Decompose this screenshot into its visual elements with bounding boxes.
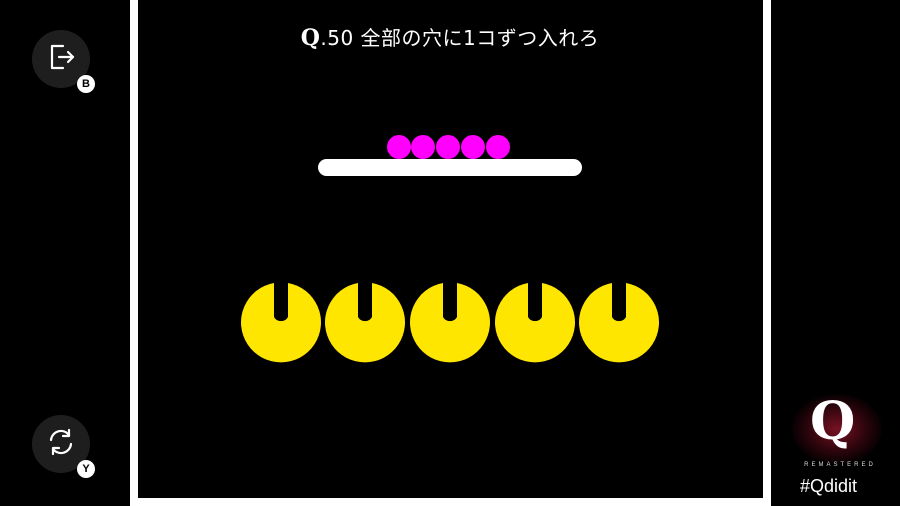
ball[interactable] <box>387 135 411 159</box>
y-button-badge: Y <box>77 460 95 478</box>
hole-cup <box>241 283 321 363</box>
platform <box>318 159 582 176</box>
retry-icon <box>44 425 78 463</box>
question-q-logo: Q <box>300 25 321 51</box>
brand-subtitle: REMASTERED <box>804 462 876 468</box>
question-title: Q.50 全部の穴に1コずつ入れろ <box>0 22 900 51</box>
hole-cup <box>579 283 659 363</box>
b-button-badge: B <box>77 75 95 93</box>
question-text: .50 全部の穴に1コずつ入れろ <box>320 26 600 50</box>
ball[interactable] <box>411 135 435 159</box>
brand-logo: Q REMASTERED #Qdidit <box>784 390 894 505</box>
ball[interactable] <box>461 135 485 159</box>
play-area[interactable] <box>138 0 763 498</box>
hashtag: #Qdidit <box>800 476 858 496</box>
hole-cup <box>495 283 575 363</box>
hole-cup <box>325 283 405 363</box>
hole-cup <box>410 283 490 363</box>
ball[interactable] <box>436 135 460 159</box>
ball[interactable] <box>486 135 510 159</box>
brand-q-logo: Q <box>810 391 856 452</box>
